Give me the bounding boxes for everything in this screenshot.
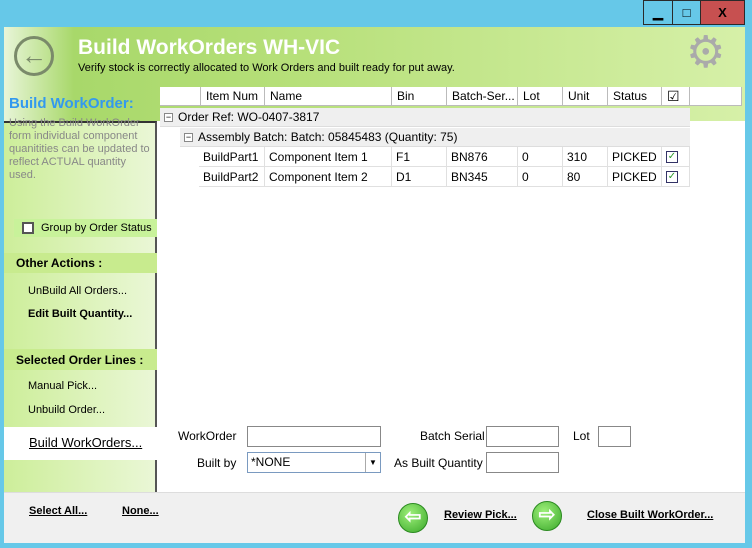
unbuild-order-link[interactable]: Unbuild Order...	[28, 404, 105, 416]
cell-status: PICKED	[608, 147, 662, 167]
sidebar-description: Using the Build WorkOrder form individua…	[9, 117, 150, 181]
as-built-quantity-label: As Built Quantity	[394, 456, 483, 470]
column-header-lot[interactable]: Lot	[518, 87, 563, 106]
row-header-column	[160, 87, 201, 106]
cell-bin: F1	[392, 147, 447, 167]
group-by-status-row[interactable]: Group by Order Status	[14, 219, 157, 237]
close-built-workorder-link[interactable]: Close Built WorkOrder...	[587, 509, 713, 521]
forward-arrow-icon[interactable]: ⇨	[532, 501, 562, 531]
column-header-status[interactable]: Status	[608, 87, 662, 106]
sidebar-heading: Build WorkOrder:	[9, 95, 134, 112]
batch-serial-input[interactable]	[486, 426, 559, 447]
cell-name: Component Item 1	[265, 147, 392, 167]
maximize-button[interactable]: □	[672, 0, 701, 25]
assembly-group-row[interactable]: − Assembly Batch: Batch: 05845483 (Quanti…	[180, 128, 690, 147]
order-ref-group-row[interactable]: − Order Ref: WO-0407-3817	[160, 108, 690, 127]
cell-lot: 0	[518, 147, 563, 167]
group-by-label: Group by Order Status	[41, 222, 152, 234]
order-ref-label: Order Ref: WO-0407-3817	[178, 110, 320, 124]
column-header-batch-serial[interactable]: Batch-Ser...	[447, 87, 518, 106]
cell-unit: 80	[563, 167, 608, 187]
column-header-bin[interactable]: Bin	[392, 87, 447, 106]
back-button[interactable]: ←	[14, 36, 54, 76]
minimize-button[interactable]: ▁	[643, 0, 673, 25]
unbuild-all-link[interactable]: UnBuild All Orders...	[28, 285, 127, 297]
close-icon: X	[718, 5, 727, 20]
cell-batch-serial: BN345	[447, 167, 518, 187]
none-link[interactable]: None...	[122, 505, 159, 517]
cell-batch-serial: BN876	[447, 147, 518, 167]
group-by-checkbox[interactable]	[22, 222, 34, 234]
close-button[interactable]: X	[700, 0, 745, 25]
column-header-name[interactable]: Name	[265, 87, 392, 106]
page-title: Build WorkOrders WH-VIC	[78, 36, 341, 59]
cell-bin: D1	[392, 167, 447, 187]
assembly-label: Assembly Batch: Batch: 05845483 (Quantit…	[198, 130, 458, 144]
built-by-value: *NONE	[251, 455, 291, 469]
lot-input[interactable]	[598, 426, 631, 447]
column-header-item-num[interactable]: Item Num	[201, 87, 265, 106]
lot-label: Lot	[573, 429, 590, 443]
chevron-down-icon[interactable]: ▼	[365, 453, 380, 472]
built-by-label: Built by	[197, 456, 237, 470]
other-actions-heading: Other Actions :	[4, 253, 157, 273]
batch-serial-label: Batch Serial	[420, 429, 485, 443]
row-checkbox[interactable]: ✓	[666, 171, 678, 183]
cell-unit: 310	[563, 147, 608, 167]
maximize-icon: □	[682, 5, 691, 20]
column-header-unit[interactable]: Unit	[563, 87, 608, 106]
workorder-label: WorkOrder	[178, 429, 237, 443]
cell-item-num: BuildPart1	[199, 147, 265, 167]
collapse-icon[interactable]: −	[164, 113, 173, 123]
edit-built-quantity-link[interactable]: Edit Built Quantity...	[28, 308, 132, 320]
workorder-input[interactable]	[247, 426, 381, 447]
collapse-icon[interactable]: −	[184, 133, 193, 143]
review-pick-link[interactable]: Review Pick...	[444, 509, 517, 521]
cell-status: PICKED	[608, 167, 662, 187]
manual-pick-link[interactable]: Manual Pick...	[28, 380, 97, 392]
row-checkbox[interactable]: ✓	[666, 151, 678, 163]
cell-name: Component Item 2	[265, 167, 392, 187]
back-arrow-icon[interactable]: ⇦	[398, 503, 428, 533]
column-header-select-all-check[interactable]: ☑	[662, 87, 690, 106]
cell-item-num: BuildPart2	[199, 167, 265, 187]
gear-icon: ⚙	[686, 28, 726, 77]
minimize-icon: ▁	[653, 4, 663, 20]
as-built-quantity-input[interactable]	[486, 452, 559, 473]
select-all-link[interactable]: Select All...	[29, 505, 87, 517]
column-header-filler	[690, 87, 742, 106]
built-by-select[interactable]: *NONE ▼	[247, 452, 381, 473]
build-workorders-link[interactable]: Build WorkOrders...	[29, 435, 142, 450]
selected-lines-heading: Selected Order Lines :	[4, 349, 157, 370]
cell-lot: 0	[518, 167, 563, 187]
page-subtitle: Verify stock is correctly allocated to W…	[78, 62, 455, 74]
